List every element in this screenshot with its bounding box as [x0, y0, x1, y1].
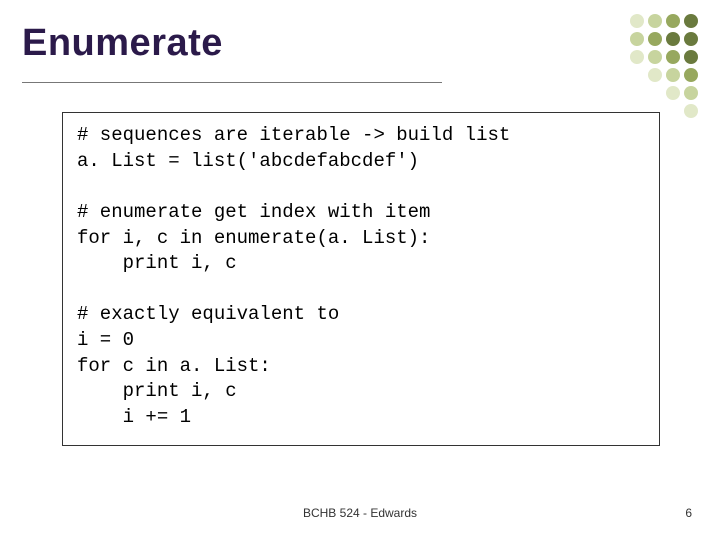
dot-icon [630, 32, 644, 46]
footer-text: BCHB 524 - Edwards [0, 506, 720, 520]
dot-icon [666, 32, 680, 46]
slide: Enumerate # sequences are iterable -> bu… [0, 0, 720, 540]
dot-icon [666, 68, 680, 82]
title-divider [22, 82, 442, 83]
dot-icon [684, 68, 698, 82]
dot-icon [666, 86, 680, 100]
dot-icon [684, 32, 698, 46]
page-number: 6 [685, 506, 692, 520]
code-block: # sequences are iterable -> build list a… [62, 112, 660, 446]
dot-icon [648, 32, 662, 46]
dot-icon [684, 104, 698, 118]
dot-icon [684, 14, 698, 28]
dot-icon [648, 50, 662, 64]
dot-icon [648, 68, 662, 82]
page-title: Enumerate [22, 22, 223, 65]
dot-icon [648, 14, 662, 28]
dot-icon [666, 50, 680, 64]
dot-icon [666, 14, 680, 28]
dot-icon [684, 86, 698, 100]
dot-icon [630, 50, 644, 64]
dot-icon [684, 50, 698, 64]
dot-icon [630, 14, 644, 28]
